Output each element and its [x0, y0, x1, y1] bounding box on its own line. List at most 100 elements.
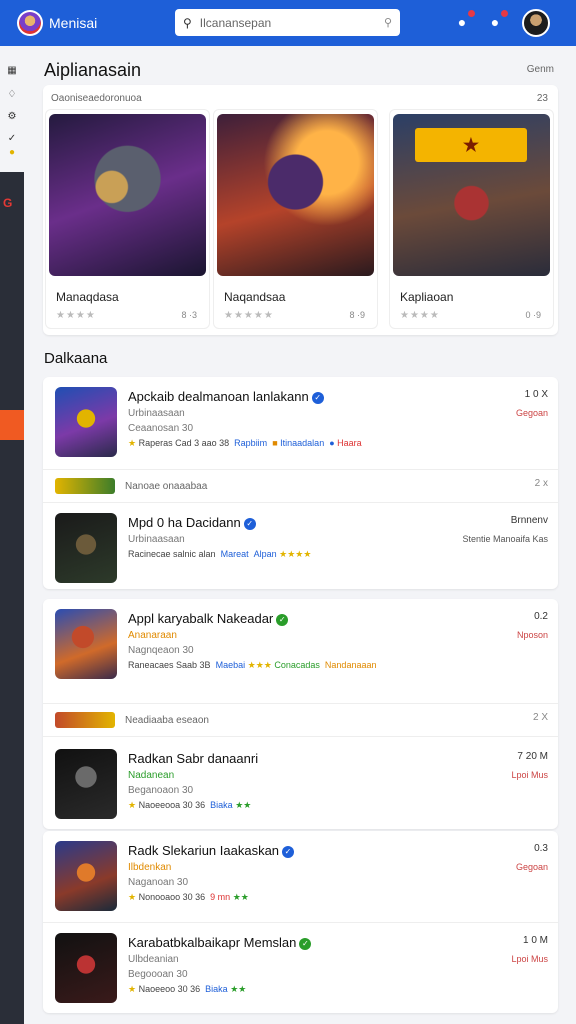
item-subtitle-2: Ceaanosan 30: [128, 423, 194, 434]
tag-icon[interactable]: ♢: [5, 88, 19, 102]
game-art: ★: [393, 114, 550, 276]
item-subtitle: Ananaraan: [128, 630, 177, 641]
gear-icon[interactable]: ⚙: [5, 110, 19, 124]
list-item[interactable]: Radkan Sabr danaanri Nadanean Beganoaon …: [43, 739, 558, 829]
search-icon: ⚲: [183, 15, 192, 30]
tile-name: Naqandsaa: [224, 290, 286, 304]
group-subheader: Nanoae onaaabaa 2 x: [43, 469, 558, 503]
group-subheader: Neadiaaba eseaon 2 X: [43, 703, 558, 737]
profile-icon[interactable]: ●: [486, 9, 509, 31]
subheader-count: 2 x: [534, 478, 548, 489]
rating-stars: ★★★★: [56, 310, 96, 321]
item-note: Gegoan: [515, 408, 548, 418]
item-price: 1 0 M: [522, 935, 548, 946]
list-group: Radk Slekariun Iaakaskan ✓ Ilbdenkan Naga…: [43, 831, 558, 1013]
item-price: Brnnenv: [510, 515, 548, 526]
rating-stars: ★★★★: [400, 310, 440, 321]
rating-stars: ★★★★★: [224, 310, 274, 321]
search-input[interactable]: ⚲ Ilcanansepan ⚲: [175, 9, 400, 36]
game-thumbnail: [55, 933, 117, 1003]
item-note: Stentie Manoaifa Kas: [462, 534, 548, 544]
verified-icon: ✓: [243, 518, 256, 530]
list-item[interactable]: Apckaib dealmanoan lanlakann ✓ Urbinaasaa…: [43, 377, 558, 467]
top-bar: Menisai ⚲ Ilcanansepan ⚲ ● ●: [0, 0, 576, 46]
item-subtitle: Urbinaasaan: [128, 534, 185, 545]
item-title: Mpd 0 ha Dacidann ✓: [128, 515, 256, 530]
featured-card: Oaoniseaedoronuoa 23 Manaqdasa ★★★★ 8 ·3…: [43, 85, 558, 335]
list-item[interactable]: Mpd 0 ha Dacidann ✓ Urbinaasaan Racinecae…: [43, 503, 558, 593]
game-logo: ★: [415, 128, 527, 162]
game-thumbnail: [55, 841, 117, 911]
item-subtitle: Nadanean: [128, 770, 175, 781]
item-title: Apckaib dealmanoan lanlakann ✓: [128, 389, 324, 404]
item-tags: ★ Raperas Cad 3 aao 38 Rapbiim ■ Itinaad…: [128, 438, 362, 448]
game-thumbnail: [55, 513, 117, 583]
notifications-icon[interactable]: ●: [453, 9, 476, 31]
featured-count: 23: [536, 93, 548, 104]
coin-icon[interactable]: ●: [5, 146, 19, 160]
featured-tile[interactable]: ★ Kapliaoan ★★★★ 0 ·9: [389, 109, 554, 329]
verified-icon: ✓: [276, 614, 289, 626]
left-rail: ▦ ♢ ⚙ ✓ ● G: [0, 46, 24, 1024]
group-logo: [55, 478, 115, 494]
list-title: Dalkaana: [44, 350, 108, 367]
item-price: 1 0 X: [524, 389, 548, 400]
featured-title: Aiplianasain: [44, 60, 142, 80]
list-group: Apckaib dealmanoan lanlakann ✓ Urbinaasaa…: [43, 377, 558, 589]
game-thumbnail: [55, 387, 117, 457]
tile-name: Kapliaoan: [400, 290, 454, 304]
item-title: Appl karyabalk Nakeadar ✓: [128, 611, 289, 626]
item-title: Karabatbkalbaikapr Memslan ✓: [128, 935, 312, 950]
voice-search-icon[interactable]: ⚲: [384, 16, 392, 29]
game-thumbnail: [55, 609, 117, 679]
rail-red-label[interactable]: G: [3, 196, 12, 210]
tile-meta: 0 ·9: [525, 310, 541, 320]
item-subtitle-2: Naganoan 30: [128, 877, 189, 888]
item-note: Gegoan: [515, 862, 548, 872]
app-logo[interactable]: [17, 10, 43, 36]
item-price: 7 20 M: [517, 751, 548, 762]
game-thumbnail: [55, 749, 117, 819]
featured-link[interactable]: Genm: [527, 64, 554, 75]
item-note: Nposon: [516, 630, 548, 640]
tile-name: Manaqdasa: [56, 290, 119, 304]
item-tags: ★ Naoeeooa 30 36 Biaka ★★: [128, 800, 252, 810]
item-subtitle: Ulbdeanian: [128, 954, 179, 965]
tile-meta: 8 ·3: [181, 310, 197, 320]
featured-tile[interactable]: Manaqdasa ★★★★ 8 ·3: [45, 109, 210, 329]
verified-icon: ✓: [299, 938, 312, 950]
game-art: [49, 114, 206, 276]
featured-header: Oaoniseaedoronuoa: [51, 93, 142, 104]
subheader-text: Neadiaaba eseaon: [125, 715, 209, 726]
item-subtitle-2: Nagnqeaon 30: [128, 645, 194, 656]
grid-icon[interactable]: ▦: [5, 64, 19, 78]
item-tags: Raneacaes Saab 3B Maebai ★★★ Conacadas N…: [128, 660, 377, 670]
list-item[interactable]: Radk Slekariun Iaakaskan ✓ Ilbdenkan Naga…: [43, 831, 558, 921]
item-tags: ★ Naoeeoo 30 36 Biaka ★★: [128, 984, 247, 994]
item-tags: Racinecae salnic alan Mareat Alpan ★★★★: [128, 549, 312, 559]
item-title: Radkan Sabr danaanri: [128, 751, 259, 766]
avatar[interactable]: [522, 9, 550, 37]
subheader-count: 2 X: [532, 712, 548, 723]
game-art: [217, 114, 374, 276]
rail-side-tab[interactable]: [0, 410, 24, 440]
item-price: 0.2: [534, 611, 548, 622]
item-note: Lpoi Mus: [511, 954, 548, 964]
item-subtitle: Ilbdenkan: [128, 862, 172, 873]
verified-icon: ✓: [311, 392, 324, 404]
search-placeholder: Ilcanansepan: [199, 15, 272, 30]
item-subtitle: Urbinaasaan: [128, 408, 185, 419]
list-item[interactable]: Appl karyabalk Nakeadar ✓ Ananaraan Nagnq…: [43, 599, 558, 689]
verified-icon: ✓: [282, 846, 295, 858]
tile-meta: 8 ·9: [349, 310, 365, 320]
list-item[interactable]: Karabatbkalbaikapr Memslan ✓ Ulbdeanian B…: [43, 923, 558, 1013]
item-title: Radk Slekariun Iaakaskan ✓: [128, 843, 295, 858]
item-subtitle-2: Begoooan 30: [128, 969, 188, 980]
check-icon[interactable]: ✓: [5, 132, 19, 146]
item-subtitle-2: Beganoaon 30: [128, 785, 194, 796]
item-price: 0.3: [534, 843, 548, 854]
item-note: Lpoi Mus: [511, 770, 548, 780]
item-tags: ★ Nonooaoo 30 36 9 mn ★★: [128, 892, 249, 902]
featured-tile[interactable]: Naqandsaa ★★★★★ 8 ·9: [213, 109, 378, 329]
subheader-text: Nanoae onaaabaa: [125, 481, 208, 492]
